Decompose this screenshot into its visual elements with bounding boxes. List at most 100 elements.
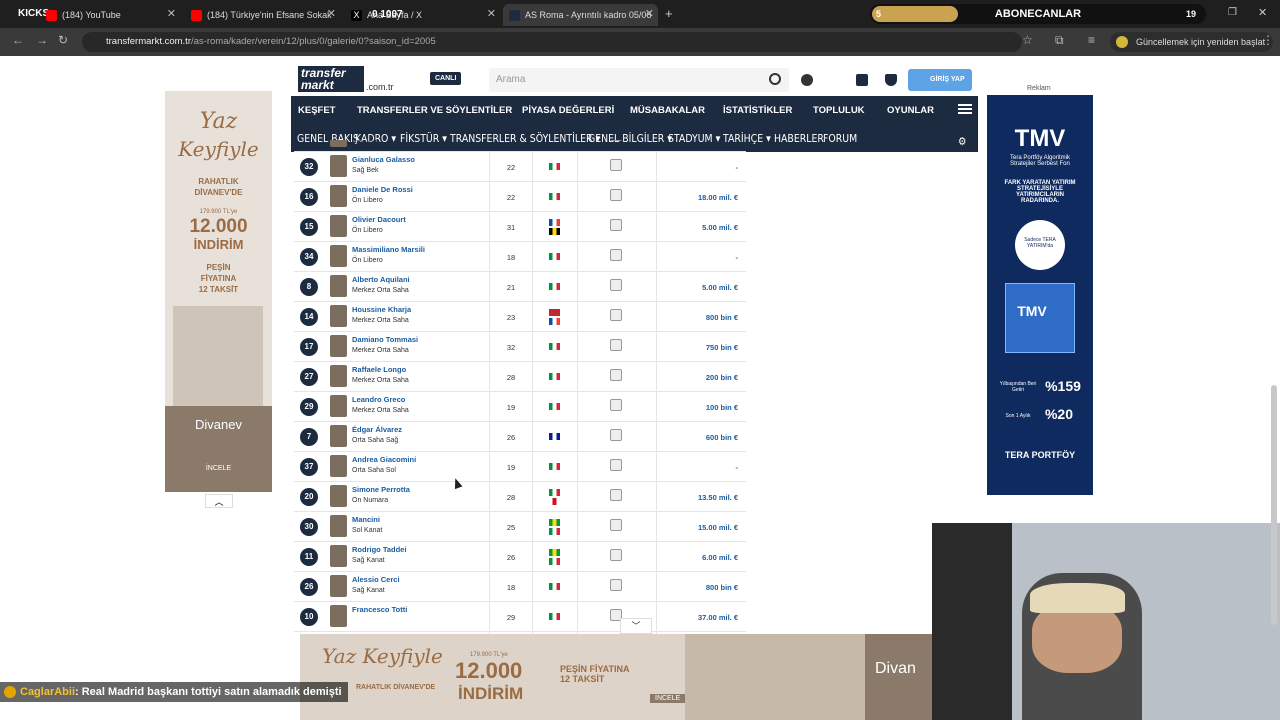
- player-photo[interactable]: [330, 365, 347, 387]
- market-value[interactable]: 600 bin €: [706, 433, 738, 442]
- player-name-link[interactable]: Francesco Totti: [352, 605, 407, 614]
- player-name-link[interactable]: Simone Perrotta: [352, 485, 410, 494]
- market-value[interactable]: 13.50 mil. €: [698, 493, 738, 502]
- close-icon[interactable]: ✕: [645, 7, 654, 20]
- player-name-link[interactable]: Olivier Dacourt: [352, 215, 406, 224]
- club-logo-icon[interactable]: [610, 339, 622, 351]
- player-name-link[interactable]: Leandro Greco: [352, 395, 405, 404]
- market-value[interactable]: -: [736, 463, 739, 472]
- player-name-link[interactable]: Daniele De Rossi: [352, 185, 413, 194]
- player-name-link[interactable]: Édgar Álvarez: [352, 425, 402, 434]
- nav-item-community[interactable]: TOPLULUK: [813, 105, 865, 116]
- market-value[interactable]: 6.00 mil. €: [702, 553, 738, 562]
- table-row[interactable]: Sağ Bek: [294, 140, 746, 152]
- player-name-link[interactable]: Houssine Kharja: [352, 305, 411, 314]
- club-logo-icon[interactable]: [610, 219, 622, 231]
- market-value[interactable]: 18.00 mil. €: [698, 193, 738, 202]
- subnav-news[interactable]: HABERLER: [774, 132, 824, 145]
- table-row[interactable]: 20 Simone Perrotta On Numara 28 13.50 mil. €: [294, 482, 746, 512]
- player-photo[interactable]: [330, 140, 347, 147]
- club-logo-icon[interactable]: [610, 309, 622, 321]
- player-photo[interactable]: [330, 425, 347, 447]
- nav-item-kesfet[interactable]: KEŞFET: [298, 105, 335, 116]
- search-input[interactable]: Arama: [489, 68, 789, 92]
- tab-x[interactable]: X Ana Sayfa / X ✕: [345, 4, 500, 26]
- reading-list-icon[interactable]: ≡: [1088, 33, 1095, 47]
- club-logo-icon[interactable]: [610, 249, 622, 261]
- nav-item-transfers[interactable]: TRANSFERLER VE SÖYLENTİLER: [357, 105, 512, 116]
- market-value[interactable]: -: [736, 163, 739, 172]
- club-logo-icon[interactable]: [610, 369, 622, 381]
- player-name-link[interactable]: Alberto Aquilani: [352, 275, 410, 284]
- player-photo[interactable]: [330, 515, 347, 537]
- right-ad-banner[interactable]: TMV Tera Portföy Algoritmik Stratejiler …: [987, 95, 1093, 495]
- restore-window-icon[interactable]: ❐: [1228, 7, 1237, 18]
- close-icon[interactable]: ✕: [487, 7, 496, 20]
- market-value[interactable]: 5.00 mil. €: [702, 223, 738, 232]
- nav-item-competitions[interactable]: MÜSABAKALAR: [630, 105, 705, 116]
- club-logo-icon[interactable]: [610, 399, 622, 411]
- page-scrollbar[interactable]: [1271, 385, 1277, 625]
- player-photo[interactable]: [330, 155, 347, 177]
- club-logo-icon[interactable]: [610, 159, 622, 171]
- gear-icon[interactable]: ⚙: [958, 132, 966, 152]
- player-photo[interactable]: [330, 575, 347, 597]
- table-row[interactable]: 37 Andrea Giacomini Orta Saha Sol 19 -: [294, 452, 746, 482]
- menu-dots-icon[interactable]: ⋮: [1262, 33, 1274, 47]
- login-button[interactable]: GİRİŞ YAP: [908, 69, 972, 91]
- url-input[interactable]: transfermarkt.com.tr/as-roma/kader/verei…: [82, 32, 1022, 52]
- table-row[interactable]: 34 Massimiliano Marsili Ön Libero 18 -: [294, 242, 746, 272]
- new-tab-button[interactable]: +: [665, 6, 673, 21]
- ad-cta-button[interactable]: İNCELE: [650, 694, 686, 703]
- table-row[interactable]: 10 Francesco Totti 29 37.00 mil. €: [294, 602, 746, 632]
- user-search-icon[interactable]: [801, 74, 813, 86]
- bookmark-icon[interactable]: [856, 74, 868, 86]
- live-badge[interactable]: CANLI: [430, 72, 462, 85]
- market-value[interactable]: -: [736, 253, 739, 262]
- table-row[interactable]: 29 Leandro Greco Merkez Orta Saha 19 100 bin…: [294, 392, 746, 422]
- market-value[interactable]: 800 bin €: [706, 583, 738, 592]
- player-photo[interactable]: [330, 185, 347, 207]
- table-row[interactable]: 7 Édgar Álvarez Orta Saha Sağ 26 600 bin €: [294, 422, 746, 452]
- club-logo-icon[interactable]: [610, 140, 622, 141]
- left-ad-banner[interactable]: Yaz Keyfiyle RAHATLIK DİVANEV'DE 179.900…: [165, 91, 272, 492]
- player-name-link[interactable]: Andrea Giacomini: [352, 455, 416, 464]
- player-photo[interactable]: [330, 245, 347, 267]
- player-name-link[interactable]: Alessio Cerci: [352, 575, 400, 584]
- market-value[interactable]: 5.00 mil. €: [702, 283, 738, 292]
- player-photo[interactable]: [330, 335, 347, 357]
- forward-icon[interactable]: →: [36, 33, 48, 47]
- player-name-link[interactable]: Gianluca Galasso: [352, 155, 415, 164]
- subnav-forum[interactable]: FORUM: [823, 132, 857, 145]
- player-photo[interactable]: [330, 605, 347, 627]
- tab-youtube[interactable]: (184) YouTube ✕: [40, 4, 180, 26]
- player-photo[interactable]: [330, 275, 347, 297]
- table-row[interactable]: 14 Houssine Kharja Merkez Orta Saha 23 800 b…: [294, 302, 746, 332]
- club-logo-icon[interactable]: [610, 519, 622, 531]
- player-name-link[interactable]: Mancini: [352, 515, 380, 524]
- ad-collapse-button[interactable]: ︿: [205, 494, 233, 508]
- close-icon[interactable]: ✕: [167, 7, 176, 20]
- table-row[interactable]: 32 Gianluca Galasso Sağ Bek 22 -: [294, 152, 746, 182]
- player-name-link[interactable]: Rodrigo Taddei: [352, 545, 406, 554]
- player-name-link[interactable]: Damiano Tommasi: [352, 335, 418, 344]
- table-row[interactable]: 26 Alessio Cerci Sağ Kanat 18 800 bin €: [294, 572, 746, 602]
- club-logo-icon[interactable]: [610, 489, 622, 501]
- club-logo-icon[interactable]: [610, 459, 622, 471]
- nav-item-statistics[interactable]: İSTATİSTİKLER: [723, 105, 792, 116]
- extensions-icon[interactable]: ⧉: [1055, 33, 1064, 48]
- hamburger-menu-icon[interactable]: [958, 104, 972, 106]
- table-row[interactable]: 16 Daniele De Rossi Ön Libero 22 18.00 mil. …: [294, 182, 746, 212]
- transfermarkt-logo[interactable]: transfer markt: [298, 66, 364, 92]
- table-row[interactable]: 30 Mancini Sol Kanat 25 15.00 mil. €: [294, 512, 746, 542]
- player-name-link[interactable]: Raffaele Longo: [352, 365, 406, 374]
- club-logo-icon[interactable]: [610, 429, 622, 441]
- market-value[interactable]: 200 bin €: [706, 373, 738, 382]
- player-photo[interactable]: [330, 485, 347, 507]
- market-value[interactable]: 100 bin €: [706, 403, 738, 412]
- nav-item-market-values[interactable]: PİYASA DEĞERLERİ: [522, 105, 614, 116]
- market-value[interactable]: 750 bin €: [706, 343, 738, 352]
- bottom-ad-banner[interactable]: Yaz Keyfiyle RAHATLIK DİVANEV'DE 179.900…: [300, 634, 933, 720]
- club-logo-icon[interactable]: [610, 579, 622, 591]
- ad-cta-button[interactable]: İNCELE: [165, 465, 272, 472]
